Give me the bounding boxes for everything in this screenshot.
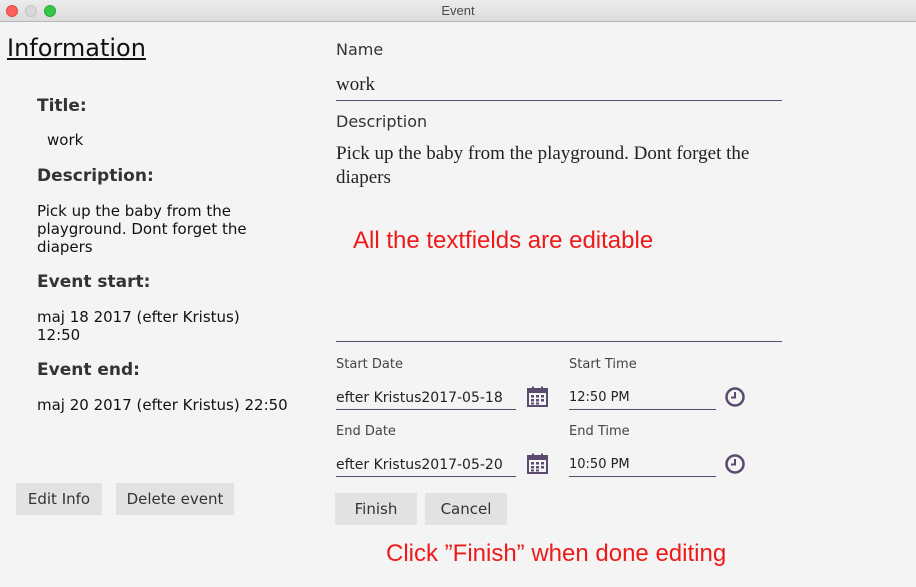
- start-date-input[interactable]: efter Kristus2017-05-18: [336, 386, 516, 410]
- end-date-label: End Date: [336, 424, 396, 439]
- clock-icon[interactable]: [725, 454, 745, 474]
- end-date-input[interactable]: efter Kristus2017-05-20: [336, 453, 516, 477]
- clock-icon[interactable]: [725, 387, 745, 407]
- start-date-label: Start Date: [336, 357, 403, 372]
- name-input[interactable]: [336, 72, 780, 98]
- information-heading: Information: [7, 34, 146, 62]
- info-end-value: maj 20 2017 (efter Kristus) 22:50: [37, 396, 288, 414]
- end-time-input[interactable]: 10:50 PM: [569, 453, 716, 477]
- calendar-icon[interactable]: [527, 453, 548, 474]
- start-time-label: Start Time: [569, 357, 637, 372]
- info-start-label: Event start:: [37, 272, 151, 292]
- name-label: Name: [336, 40, 384, 59]
- calendar-icon[interactable]: [527, 386, 548, 407]
- info-title-value: work: [47, 131, 84, 149]
- window-titlebar: Event: [0, 0, 916, 22]
- info-description-label: Description:: [37, 166, 154, 186]
- editable-note: All the textfields are editable: [353, 227, 654, 254]
- start-time-input[interactable]: 12:50 PM: [569, 386, 716, 410]
- description-label: Description: [336, 112, 428, 131]
- delete-event-button[interactable]: Delete event: [116, 483, 234, 515]
- info-start-value: maj 18 2017 (efter Kristus) 12:50: [37, 308, 240, 344]
- cancel-button[interactable]: Cancel: [425, 493, 507, 525]
- info-title-label: Title:: [37, 96, 87, 116]
- description-underline: [336, 341, 782, 342]
- info-description-value: Pick up the baby from the playground. Do…: [37, 202, 247, 256]
- name-underline: [336, 100, 782, 101]
- end-time-label: End Time: [569, 424, 630, 439]
- window-title: Event: [441, 3, 475, 18]
- finish-note: Click ”Finish” when done editing: [386, 540, 727, 567]
- edit-info-button[interactable]: Edit Info: [16, 483, 102, 515]
- finish-button[interactable]: Finish: [335, 493, 417, 525]
- info-end-label: Event end:: [37, 360, 140, 380]
